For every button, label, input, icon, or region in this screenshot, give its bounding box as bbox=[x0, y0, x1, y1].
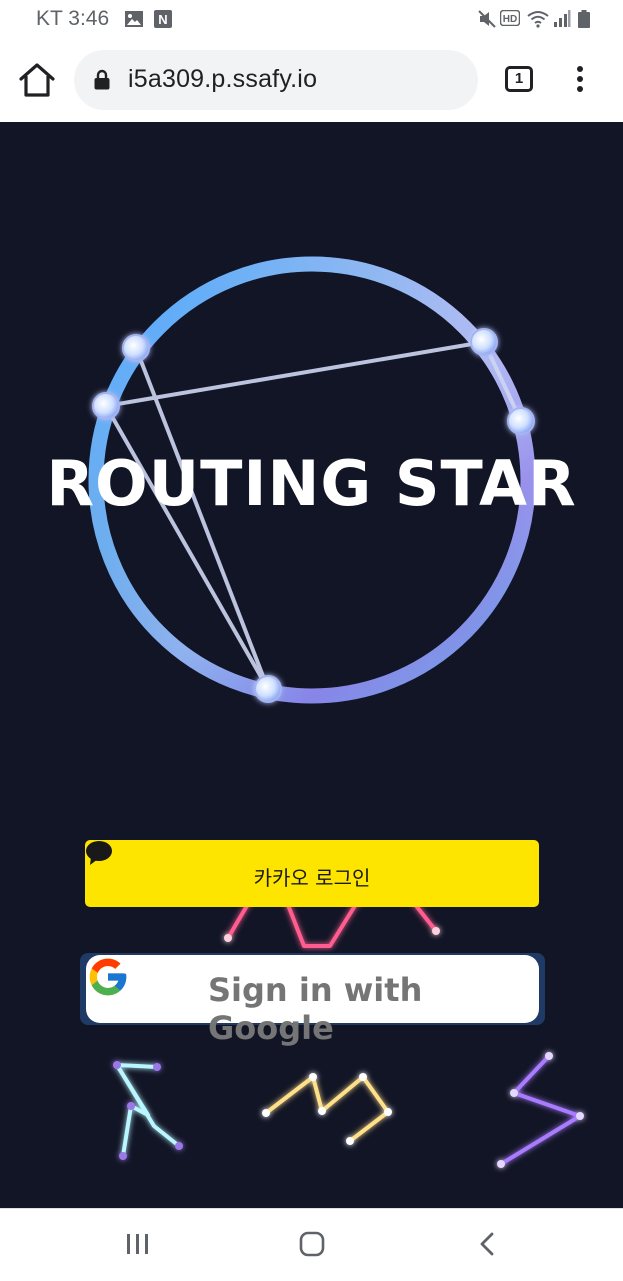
yellow-neon-constellation bbox=[262, 1073, 392, 1145]
browser-home-button[interactable] bbox=[18, 62, 56, 98]
star-node bbox=[92, 392, 120, 420]
status-time: KT 3:46 bbox=[36, 7, 110, 30]
mute-icon bbox=[478, 10, 496, 28]
home-icon bbox=[19, 63, 55, 97]
kakao-login-button[interactable]: 카카오 로그인 bbox=[85, 840, 539, 907]
tab-switcher-button[interactable]: 1 bbox=[505, 66, 533, 92]
star-node bbox=[122, 334, 150, 362]
star-node bbox=[470, 328, 498, 356]
google-logo-icon bbox=[89, 958, 127, 996]
system-nav-bar bbox=[0, 1208, 623, 1281]
hd-icon: HD bbox=[500, 10, 520, 26]
cyan-neon-constellation bbox=[113, 1061, 183, 1160]
kakao-login-label: 카카오 로그인 bbox=[253, 866, 371, 890]
recent-apps-icon[interactable] bbox=[126, 1231, 150, 1257]
wifi-icon bbox=[527, 11, 549, 28]
google-signin-button[interactable]: Sign in with Google bbox=[86, 955, 539, 1047]
svg-text:N: N bbox=[158, 12, 167, 27]
star-node bbox=[507, 407, 535, 435]
signal-icon bbox=[554, 10, 571, 27]
login-page: ROUTING STAR 카카오 로그인 Sign in with Google bbox=[0, 122, 623, 1208]
more-vert-icon bbox=[566, 66, 594, 92]
lock-icon bbox=[94, 69, 110, 90]
svg-text:HD: HD bbox=[503, 14, 517, 25]
back-icon[interactable] bbox=[477, 1231, 497, 1257]
browser-menu-button[interactable] bbox=[566, 66, 594, 94]
gallery-icon bbox=[125, 11, 143, 27]
star-node bbox=[254, 675, 282, 703]
naver-icon: N bbox=[154, 10, 172, 28]
google-signin-label: Sign in with Google bbox=[208, 971, 423, 1047]
battery-icon bbox=[578, 10, 590, 28]
home-nav-icon[interactable] bbox=[299, 1231, 325, 1257]
purple-neon-constellation bbox=[497, 1052, 584, 1168]
tab-count: 1 bbox=[514, 70, 524, 87]
url-text: i5a309.p.ssafy.io bbox=[128, 65, 318, 93]
app-title: ROUTING STAR bbox=[46, 447, 577, 520]
browser-toolbar: i5a309.p.ssafy.io 1 bbox=[0, 38, 623, 122]
address-bar[interactable]: i5a309.p.ssafy.io bbox=[74, 50, 478, 110]
status-bar: KT 3:46 N HD bbox=[0, 0, 623, 38]
